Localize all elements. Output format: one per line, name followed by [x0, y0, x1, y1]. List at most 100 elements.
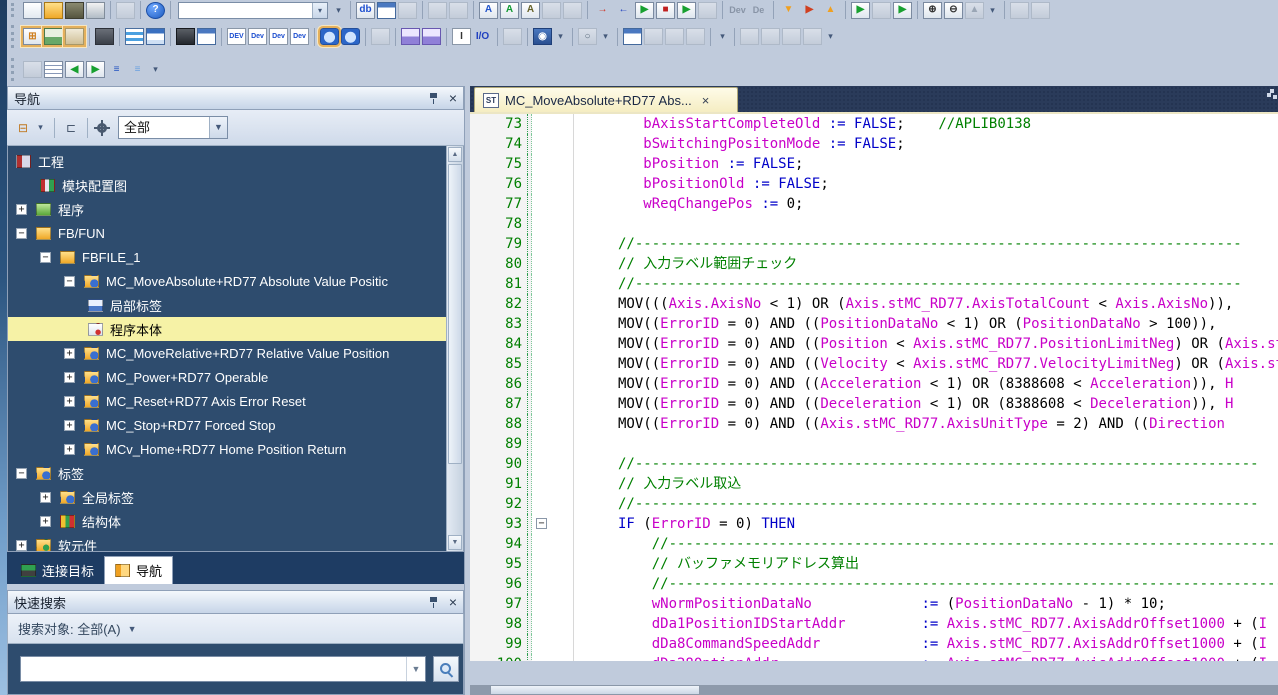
panel-tab-navigation[interactable]: 导航 — [104, 556, 173, 584]
code-text[interactable]: wNormPositionDataNo := (PositionDataNo -… — [574, 594, 1278, 614]
code-line[interactable]: 86MOV((ErrorID = 0) AND ((Acceleration <… — [470, 374, 1278, 394]
code-line[interactable]: 81//------------------------------------… — [470, 274, 1278, 294]
code-text[interactable]: //--------------------------------------… — [574, 494, 1278, 514]
search-input[interactable] — [22, 658, 405, 680]
module-add-icon[interactable] — [503, 28, 522, 45]
code-text[interactable]: //--------------------------------------… — [574, 274, 1278, 294]
bookmark-next-icon[interactable]: ▶ — [677, 2, 696, 19]
code-line[interactable]: 78 — [470, 214, 1278, 234]
zoom-in-icon[interactable]: ⊕ — [923, 2, 942, 19]
find-next-window-icon[interactable] — [665, 28, 684, 45]
tree-item[interactable]: −MC_MoveAbsolute+RD77 Absolute Value Pos… — [8, 269, 446, 293]
expand-icon[interactable]: + — [16, 204, 27, 215]
code-text[interactable] — [574, 214, 1278, 234]
tree-scrollbar-thumb[interactable] — [448, 164, 462, 464]
code-line[interactable]: 84MOV((ErrorID = 0) AND ((Position < Axi… — [470, 334, 1278, 354]
display-option-1-icon[interactable] — [542, 2, 561, 19]
code-text[interactable]: MOV((ErrorID = 0) AND ((PositionDataNo <… — [574, 314, 1278, 334]
keyword-search-combobox[interactable]: ▾ — [178, 2, 328, 19]
code-text[interactable]: bPositionOld := FALSE; — [574, 174, 1278, 194]
display-format-2-icon[interactable]: ≡ — [128, 61, 147, 78]
tree-item[interactable]: 工程 — [8, 149, 446, 173]
code-line[interactable]: 99 dDa8CommandSpeedAddr := Axis.stMC_RD7… — [470, 634, 1278, 654]
program-list-icon[interactable] — [371, 28, 390, 45]
row3-overflow-icon[interactable]: ▾ — [150, 64, 161, 75]
ladder-edit-1-icon[interactable] — [401, 28, 420, 45]
device-comment-icon[interactable]: DEV — [227, 28, 246, 45]
expand-icon[interactable]: + — [64, 396, 75, 407]
write-to-plc-icon[interactable]: ▼ — [779, 2, 798, 19]
label-editor-icon[interactable] — [146, 28, 165, 45]
tree-item[interactable]: +全局标签 — [8, 485, 446, 509]
scroll-up-icon[interactable]: ▲ — [448, 147, 462, 162]
read-from-plc-icon[interactable]: ▶ — [800, 2, 819, 19]
panel-tab-connection[interactable]: 连接目标 — [11, 556, 104, 584]
scroll-down-icon[interactable]: ▼ — [448, 535, 462, 550]
tree-item[interactable]: +MC_Reset+RD77 Axis Error Reset — [8, 389, 446, 413]
horizontal-scrollbar[interactable] — [470, 685, 1278, 695]
display-setting-icon[interactable]: ⊟ — [13, 118, 33, 138]
code-text[interactable]: MOV((ErrorID = 0) AND ((Position < Axis.… — [574, 334, 1278, 354]
bookmark-find-red-icon[interactable]: ■ — [656, 2, 675, 19]
view-overflow-icon[interactable]: ▾ — [717, 31, 728, 42]
code-line[interactable]: 82MOV(((Axis.AxisNo < 1) OR (Axis.stMC_R… — [470, 294, 1278, 314]
expand-icon[interactable]: + — [64, 348, 75, 359]
tree-scrollbar[interactable]: ▲ ▼ — [446, 146, 463, 551]
code-line[interactable]: 77 wReqChangePos := 0; — [470, 194, 1278, 214]
help-icon[interactable]: ? — [146, 2, 165, 19]
cpu-monitor-icon[interactable]: ◉ — [533, 28, 552, 45]
code-line[interactable]: 87MOV((ErrorID = 0) AND ((Deceleration <… — [470, 394, 1278, 414]
zoom-out-icon[interactable]: ⊖ — [944, 2, 963, 19]
tree-item[interactable]: +MCv_Home+RD77 Home Position Return — [8, 437, 446, 461]
print-icon[interactable] — [86, 2, 105, 19]
collapse-icon[interactable]: − — [64, 276, 75, 287]
scroll-up-icon[interactable]: ▲ — [965, 2, 984, 19]
code-line[interactable]: 97 wNormPositionDataNo := (PositionDataN… — [470, 594, 1278, 614]
paste-icon[interactable] — [116, 2, 135, 19]
ladder-edit-2-icon[interactable] — [422, 28, 441, 45]
code-line[interactable]: 90//------------------------------------… — [470, 454, 1278, 474]
code-text[interactable]: // 入力ラベル取込 — [574, 474, 1278, 494]
code-line[interactable]: 95 // バッファメモリアドレス算出 — [470, 554, 1278, 574]
watch-1-icon[interactable] — [320, 28, 339, 45]
code-line[interactable]: 96 //-----------------------------------… — [470, 574, 1278, 594]
pin-icon[interactable] — [428, 92, 439, 105]
cpu-monitor-overflow-icon[interactable]: ▾ — [555, 31, 566, 42]
code-line[interactable]: 98 dDa1PositionIDStartAddr := Axis.stMC_… — [470, 614, 1278, 634]
code-line[interactable]: 75 bPosition := FALSE; — [470, 154, 1278, 174]
toolbar-overflow-1-icon[interactable]: ▾ — [333, 5, 344, 16]
code-line[interactable]: 85MOV((ErrorID = 0) AND ((Velocity < Axi… — [470, 354, 1278, 374]
extra-tool-2-icon[interactable] — [1031, 2, 1050, 19]
split-window-icon[interactable] — [644, 28, 663, 45]
extra-tool-1-icon[interactable] — [1010, 2, 1029, 19]
find-previous-icon[interactable]: ◀ — [65, 61, 84, 78]
list-view-icon[interactable] — [686, 28, 705, 45]
chevron-down-icon[interactable]: ▾ — [312, 3, 327, 18]
code-text[interactable]: wReqChangePos := 0; — [574, 194, 1278, 214]
code-text[interactable]: MOV((ErrorID = 0) AND ((Acceleration < 1… — [574, 374, 1278, 394]
device-label-1-icon[interactable]: Dev — [728, 2, 747, 19]
fold-collapse-icon[interactable]: − — [536, 518, 547, 529]
code-line[interactable]: 88MOV((ErrorID = 0) AND ((Axis.stMC_RD77… — [470, 414, 1278, 434]
expand-icon[interactable]: + — [40, 492, 51, 503]
st-edit-icon[interactable]: I — [452, 28, 471, 45]
expand-icon[interactable]: + — [64, 420, 75, 431]
collapse-all-icon[interactable]: ⊏ — [61, 118, 81, 138]
code-text[interactable]: dDa1PositionIDStartAddr := Axis.stMC_RD7… — [574, 614, 1278, 634]
code-area[interactable]: 73 bAxisStartCompleteOld := FALSE; //APL… — [470, 114, 1278, 661]
device-label-2-icon[interactable]: De — [749, 2, 768, 19]
expand-icon[interactable]: + — [64, 372, 75, 383]
monitor-start-icon[interactable]: ▶ — [851, 2, 870, 19]
search-combobox[interactable]: ▼ — [20, 656, 426, 682]
jump-forward-icon[interactable]: ← — [614, 2, 633, 19]
display-option-2-icon[interactable] — [563, 2, 582, 19]
collapse-icon[interactable]: − — [16, 228, 27, 239]
note-display-icon[interactable]: A — [521, 2, 540, 19]
code-text[interactable]: bPosition := FALSE; — [574, 154, 1278, 174]
tree-filter-select[interactable]: 全部 ▼ — [118, 116, 228, 139]
bookmark-find-green-icon[interactable]: ▶ — [635, 2, 654, 19]
code-line[interactable]: 83MOV((ErrorID = 0) AND ((PositionDataNo… — [470, 314, 1278, 334]
code-line[interactable]: 94 //-----------------------------------… — [470, 534, 1278, 554]
code-text[interactable]: MOV((ErrorID = 0) AND ((Axis.stMC_RD77.A… — [574, 414, 1278, 434]
search-target-dropdown[interactable]: 搜索对象: 全部(A) ▼ — [7, 614, 464, 644]
